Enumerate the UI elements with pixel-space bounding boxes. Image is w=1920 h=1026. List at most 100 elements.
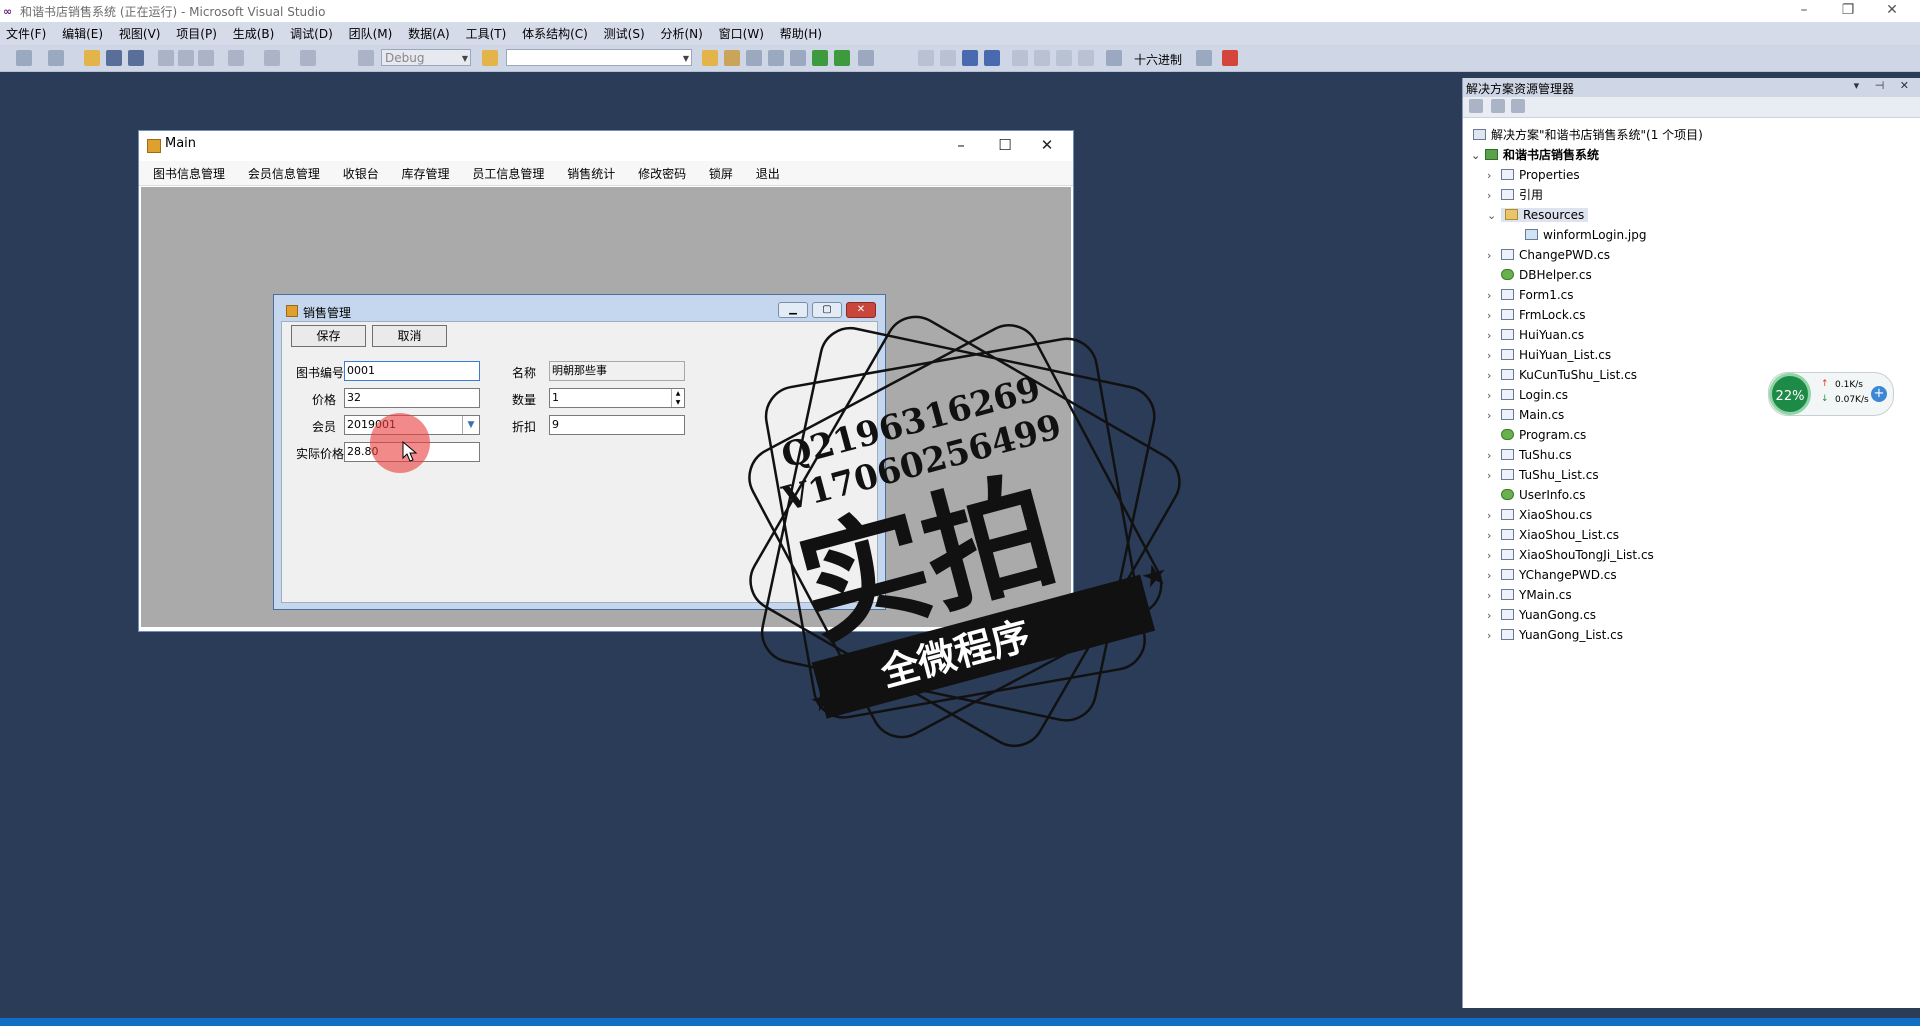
command-window-icon[interactable]	[858, 50, 874, 66]
chevron-right-icon[interactable]: ›	[1487, 526, 1501, 546]
cancel-button[interactable]: 取消	[372, 325, 447, 347]
find-icon[interactable]	[482, 50, 498, 66]
tree-item[interactable]: DBHelper.cs	[1501, 265, 1592, 285]
tree-item[interactable]: › XiaoShouTongJi_List.cs	[1487, 545, 1654, 565]
step-into-icon[interactable]	[1034, 50, 1050, 66]
chevron-right-icon[interactable]: ›	[1487, 606, 1501, 626]
show-next-statement-icon[interactable]	[1012, 50, 1028, 66]
save-button[interactable]: 保存	[291, 325, 366, 347]
tree-item[interactable]: › ChangePWD.cs	[1487, 245, 1610, 265]
tree-item[interactable]: ⌄ Resources	[1487, 205, 1589, 225]
tree-item[interactable]: › XiaoShou_List.cs	[1487, 525, 1619, 545]
menu-view[interactable]: 视图(V)	[113, 22, 167, 42]
menu-edit[interactable]: 编辑(E)	[56, 22, 109, 42]
chevron-right-icon[interactable]: ›	[1487, 626, 1501, 646]
cut-icon[interactable]	[158, 50, 174, 66]
chevron-right-icon[interactable]: ›	[1487, 406, 1501, 426]
menu-debug[interactable]: 调试(D)	[284, 22, 339, 42]
chevron-down-icon[interactable]: ⌄	[1471, 146, 1485, 166]
step-over-icon[interactable]	[1056, 50, 1072, 66]
tree-item[interactable]: › Main.cs	[1487, 405, 1564, 425]
properties-icon[interactable]	[1491, 99, 1505, 113]
main-maximize-button[interactable]: ☐	[985, 133, 1025, 157]
solution-explorer-icon[interactable]	[724, 50, 740, 66]
chevron-right-icon[interactable]: ›	[1487, 566, 1501, 586]
object-browser-icon[interactable]	[768, 50, 784, 66]
tree-item[interactable]: › YMain.cs	[1487, 585, 1572, 605]
breakpoints-icon[interactable]	[1196, 50, 1212, 66]
discount-input[interactable]: 9	[549, 415, 685, 435]
menu-sales-stats[interactable]: 销售统计	[567, 161, 615, 182]
menu-inventory[interactable]: 库存管理	[402, 161, 450, 182]
tree-item[interactable]: › TuShu_List.cs	[1487, 465, 1599, 485]
menu-team[interactable]: 团队(M)	[343, 22, 399, 42]
panel-controls-icon[interactable]: ▾ ⊣ ✕	[1854, 79, 1915, 92]
tree-item[interactable]: winformLogin.jpg	[1525, 225, 1647, 245]
menu-tools[interactable]: 工具(T)	[460, 22, 513, 42]
menu-test[interactable]: 测试(S)	[598, 22, 651, 42]
chevron-right-icon[interactable]: ›	[1487, 286, 1501, 306]
chevron-right-icon[interactable]: ›	[1487, 186, 1501, 206]
menu-help[interactable]: 帮助(H)	[774, 22, 828, 42]
refresh-icon[interactable]	[1511, 99, 1525, 113]
chevron-right-icon[interactable]: ›	[1487, 326, 1501, 346]
plus-icon[interactable]: +	[1871, 386, 1887, 402]
price-input[interactable]: 32	[344, 388, 480, 408]
tree-item[interactable]: › HuiYuan_List.cs	[1487, 345, 1611, 365]
chevron-right-icon[interactable]: ›	[1487, 346, 1501, 366]
main-minimize-button[interactable]: –	[941, 133, 981, 157]
network-speed-widget[interactable]: 22% ↑ 0.1K/s ↓ 0.07K/s +	[1768, 372, 1894, 416]
main-close-button[interactable]: ✕	[1027, 133, 1067, 157]
menu-lock-screen[interactable]: 锁屏	[709, 161, 733, 182]
tree-item[interactable]: › YuanGong.cs	[1487, 605, 1596, 625]
quick-watch-icon[interactable]	[1106, 50, 1122, 66]
properties-icon[interactable]	[746, 50, 762, 66]
tree-item[interactable]: › KuCunTuShu_List.cs	[1487, 365, 1637, 385]
close-button[interactable]: ✕	[1870, 0, 1914, 22]
stepper-arrows-icon[interactable]: ▲ ▼	[671, 389, 684, 407]
menu-analyze[interactable]: 分析(N)	[654, 22, 708, 42]
tree-item[interactable]: › 引用	[1487, 185, 1543, 205]
find-combo[interactable]: ▼	[506, 49, 692, 66]
menu-architecture[interactable]: 体系结构(C)	[516, 22, 594, 42]
chevron-right-icon[interactable]: ›	[1487, 586, 1501, 606]
tree-item[interactable]: UserInfo.cs	[1501, 485, 1586, 505]
tree-item[interactable]: › TuShu.cs	[1487, 445, 1572, 465]
restore-button[interactable]: ❐	[1826, 0, 1870, 22]
show-all-files-icon[interactable]	[1469, 99, 1483, 113]
save-icon[interactable]	[106, 50, 122, 66]
paste-icon[interactable]	[198, 50, 214, 66]
menu-project[interactable]: 项目(P)	[170, 22, 223, 42]
start-page-icon[interactable]	[812, 50, 828, 66]
menu-exit[interactable]: 退出	[756, 161, 780, 182]
tree-item[interactable]: › YChangePWD.cs	[1487, 565, 1617, 585]
break-all-icon[interactable]	[940, 50, 956, 66]
stop-debugging-icon[interactable]	[962, 50, 978, 66]
menu-build[interactable]: 生成(B)	[227, 22, 281, 42]
menu-change-password[interactable]: 修改密码	[638, 161, 686, 182]
form-minimize-button[interactable]: ▁	[778, 302, 808, 318]
chevron-right-icon[interactable]: ›	[1487, 166, 1501, 186]
extension-icon[interactable]	[834, 50, 850, 66]
menu-data[interactable]: 数据(A)	[402, 22, 456, 42]
menu-file[interactable]: 文件(F)	[0, 22, 52, 42]
save-all-icon[interactable]	[128, 50, 144, 66]
add-item-icon[interactable]	[48, 50, 64, 66]
tree-item[interactable]: Program.cs	[1501, 425, 1586, 445]
restart-icon[interactable]	[984, 50, 1000, 66]
continue-icon[interactable]	[918, 50, 934, 66]
hex-display-toggle[interactable]: 十六进制	[1134, 51, 1182, 68]
toolbox-icon[interactable]	[790, 50, 806, 66]
chevron-right-icon[interactable]: ›	[1487, 246, 1501, 266]
tree-item[interactable]: › Login.cs	[1487, 385, 1568, 405]
name-field[interactable]: 明朝那些事	[549, 361, 685, 381]
quantity-stepper[interactable]: 1 ▲ ▼	[549, 388, 685, 408]
tree-item[interactable]: › YuanGong_List.cs	[1487, 625, 1623, 645]
minimize-button[interactable]: –	[1782, 0, 1826, 22]
menu-book-info[interactable]: 图书信息管理	[153, 161, 225, 182]
configuration-select[interactable]: Debug ▼	[381, 49, 471, 66]
chevron-right-icon[interactable]: ›	[1487, 306, 1501, 326]
undo-icon[interactable]	[228, 50, 244, 66]
form-maximize-button[interactable]: ▢	[812, 302, 842, 318]
tree-item[interactable]: › XiaoShou.cs	[1487, 505, 1592, 525]
